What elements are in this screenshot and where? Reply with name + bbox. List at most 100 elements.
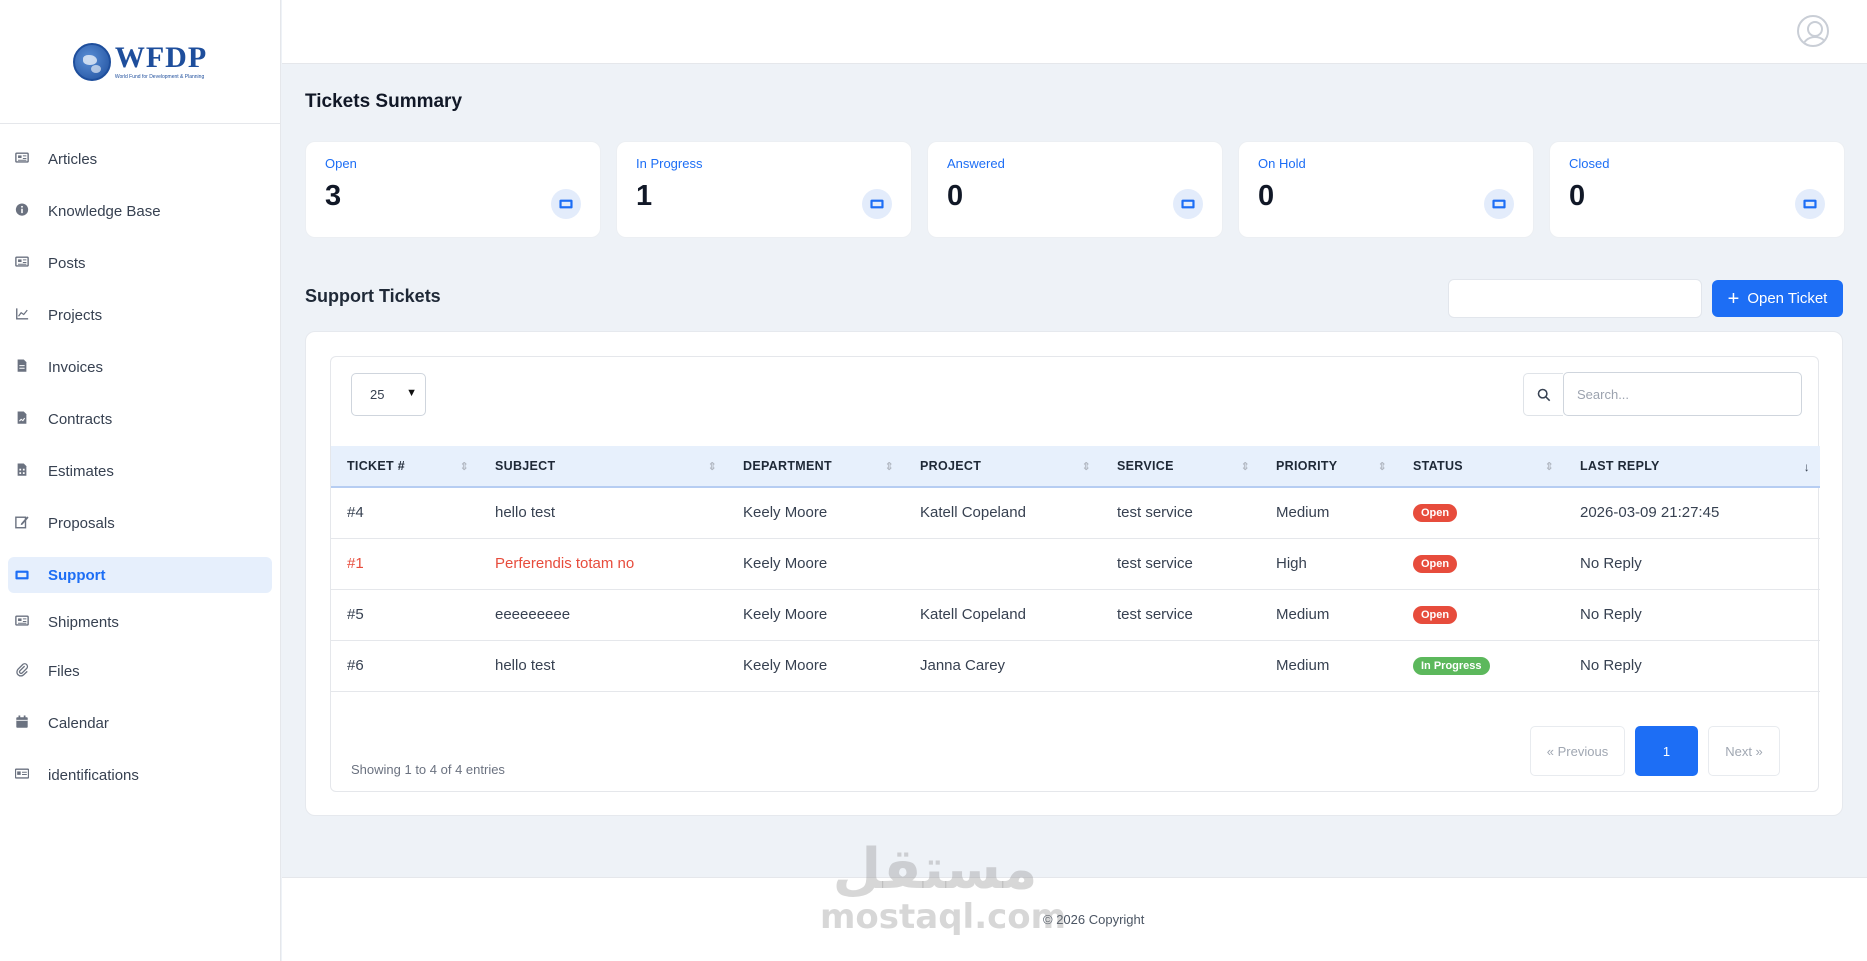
cell-department: Keely Moore xyxy=(727,487,904,539)
card-label: Answered xyxy=(947,156,1005,171)
brand-logo[interactable]: WFDP World Fund for Development & Planni… xyxy=(72,41,208,81)
table-row[interactable]: #6 hello test Keely Moore Janna Carey Me… xyxy=(331,640,1820,692)
id-card-icon xyxy=(15,768,29,779)
sidebar-item-label: Support xyxy=(48,566,106,584)
cell-department: Keely Moore xyxy=(727,640,904,692)
sidebar-item-label: Knowledge Base xyxy=(48,202,161,220)
search-input[interactable] xyxy=(1563,372,1802,416)
sidebar-item-label: identifications xyxy=(48,766,139,784)
sidebar-item-estimates[interactable]: Estimates xyxy=(0,445,280,497)
column-header-department[interactable]: DEPARTMENT ⇕ xyxy=(727,446,904,487)
sidebar-item-label: Invoices xyxy=(48,358,104,376)
summary-title: Tickets Summary xyxy=(305,91,463,112)
entries-info: Showing 1 to 4 of 4 entries xyxy=(351,762,505,777)
sidebar-item-calendar[interactable]: Calendar xyxy=(0,697,280,749)
tickets-title: Support Tickets xyxy=(305,286,441,306)
cell-last-reply: 2026-03-09 21:27:45 xyxy=(1564,487,1820,539)
sidebar-item-knowledge-base[interactable]: Knowledge Base xyxy=(0,185,280,237)
column-header-ticket[interactable]: TICKET # ⇕ xyxy=(331,446,479,487)
ticket-icon xyxy=(15,570,29,580)
summary-cards: Open 3 In Progress 1 Answered 0 On Hold … xyxy=(305,141,1845,238)
cell-ticket[interactable]: #6 xyxy=(331,640,479,692)
sidebar-item-label: Shipments xyxy=(48,613,119,631)
proposal-icon xyxy=(15,516,29,529)
card-label: Closed xyxy=(1569,156,1610,171)
next-page-button[interactable]: Next » xyxy=(1708,726,1780,776)
sidebar-item-files[interactable]: Files xyxy=(0,645,280,697)
card-label: On Hold xyxy=(1258,156,1306,171)
ticket-icon xyxy=(1173,189,1203,219)
status-badge: Open xyxy=(1413,504,1458,523)
sidebar-item-shipments[interactable]: Shipments xyxy=(0,599,280,645)
sidebar: WFDP World Fund for Development & Planni… xyxy=(0,0,281,961)
brand-name: WFDP xyxy=(114,41,208,74)
sidebar-item-articles[interactable]: Articles xyxy=(0,133,280,185)
ticket-filter-input[interactable] xyxy=(1448,279,1702,318)
sort-icon: ⇕ xyxy=(1240,461,1250,473)
search-icon xyxy=(1523,373,1563,416)
page-size-select[interactable]: 25 ▼ xyxy=(351,373,426,416)
cell-subject[interactable]: Perferendis totam no xyxy=(479,538,727,590)
status-badge: Open xyxy=(1413,606,1458,624)
ticket-icon xyxy=(862,189,892,219)
card-label: In Progress xyxy=(636,156,703,171)
user-avatar[interactable] xyxy=(1797,15,1829,47)
sidebar-item-identifications[interactable]: identifications xyxy=(0,749,280,801)
sort-desc-icon: ↓ xyxy=(1803,460,1810,474)
invoice-icon xyxy=(17,359,27,372)
cell-project: Katell Copeland xyxy=(904,487,1101,539)
tickets-table: TICKET # ⇕ SUBJECT ⇕ DEPARTMENT ⇕ PROJECT ⇕ … xyxy=(331,446,1820,692)
sidebar-item-label: Articles xyxy=(48,150,98,168)
page-size-value: 25 xyxy=(370,387,385,402)
cell-subject[interactable]: hello test xyxy=(479,487,727,539)
page-1-button[interactable]: 1 xyxy=(1635,726,1698,776)
logo-area: WFDP World Fund for Development & Planni… xyxy=(0,0,280,124)
plus-icon: + xyxy=(1727,287,1740,310)
sidebar-item-invoices[interactable]: Invoices xyxy=(0,341,280,393)
sidebar-item-support[interactable]: Support xyxy=(8,557,272,593)
card-label: Open xyxy=(325,156,357,171)
cell-ticket[interactable]: #1 xyxy=(331,538,479,590)
sidebar-item-projects[interactable]: Projects xyxy=(0,289,280,341)
card-value: 0 xyxy=(1569,180,1586,212)
cell-priority: Medium xyxy=(1260,640,1397,692)
summary-card-answered: Answered 0 xyxy=(927,141,1223,238)
column-header-service[interactable]: SERVICE ⇕ xyxy=(1101,446,1260,487)
column-header-subject[interactable]: SUBJECT ⇕ xyxy=(479,446,727,487)
sidebar-item-label: Posts xyxy=(48,254,86,272)
top-bar xyxy=(282,0,1867,64)
footer: © 2026 Copyright xyxy=(282,877,1867,961)
column-header-project[interactable]: PROJECT ⇕ xyxy=(904,446,1101,487)
sidebar-item-label: Projects xyxy=(48,306,103,324)
column-header-priority[interactable]: PRIORITY ⇕ xyxy=(1260,446,1397,487)
card-value: 0 xyxy=(1258,180,1275,212)
table-row[interactable]: #4 hello test Keely Moore Katell Copelan… xyxy=(331,487,1820,539)
cell-ticket[interactable]: #4 xyxy=(331,487,479,539)
calculator-icon xyxy=(17,463,27,476)
sidebar-item-label: Estimates xyxy=(48,462,114,480)
cell-subject[interactable]: hello test xyxy=(479,640,727,692)
column-header-status[interactable]: STATUS ⇕ xyxy=(1397,446,1564,487)
column-header-last-reply[interactable]: LAST REPLY ↓ xyxy=(1564,446,1820,487)
cell-ticket[interactable]: #5 xyxy=(331,589,479,641)
open-ticket-label: Open Ticket xyxy=(1747,290,1828,307)
sort-icon: ⇕ xyxy=(1377,461,1387,473)
open-ticket-button[interactable]: + Open Ticket xyxy=(1712,280,1843,317)
sort-icon: ⇕ xyxy=(707,461,717,473)
previous-page-button[interactable]: « Previous xyxy=(1530,726,1625,776)
calendar-icon xyxy=(16,715,28,728)
sidebar-item-posts[interactable]: Posts xyxy=(0,237,280,289)
sidebar-item-proposals[interactable]: Proposals xyxy=(0,497,280,549)
chevron-down-icon: ▼ xyxy=(406,387,417,399)
cell-service: test service xyxy=(1101,589,1260,641)
sidebar-item-label: Proposals xyxy=(48,514,115,532)
sidebar-item-contracts[interactable]: Contracts xyxy=(0,393,280,445)
status-badge: In Progress xyxy=(1413,657,1490,675)
table-row[interactable]: #5 eeeeeeeee Keely Moore Katell Copeland… xyxy=(331,589,1820,641)
newspaper-icon xyxy=(15,152,29,163)
cell-subject[interactable]: eeeeeeeee xyxy=(479,589,727,641)
info-icon xyxy=(15,203,29,216)
table-row[interactable]: #1 Perferendis totam no Keely Moore test… xyxy=(331,538,1820,590)
cell-status: In Progress xyxy=(1397,640,1564,692)
cell-status: Open xyxy=(1397,487,1564,539)
